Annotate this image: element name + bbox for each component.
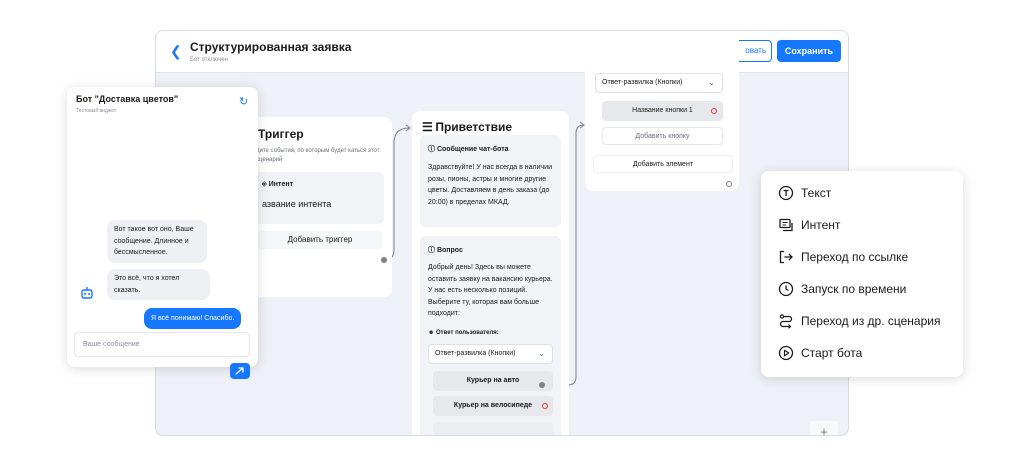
text-icon [778, 185, 794, 201]
trigger-output-port[interactable] [381, 257, 387, 263]
question-block-title: ⓘ Вопрос [428, 245, 463, 255]
help-circle-icon: ⓘ [428, 247, 435, 254]
choice-button-more[interactable] [433, 422, 553, 435]
trigger-node-title: Триггер [258, 127, 304, 141]
bot-status: Бот отключен [190, 57, 228, 63]
question-block[interactable]: ⓘ Вопрос Добрый день! Здесь вы можете ос… [420, 236, 561, 435]
page-title: Структурированная заявка [190, 40, 352, 54]
user-message-bubble: Я всё понимаю! Спасибо. [144, 308, 242, 329]
chat-subtitle: Тестовый виджет [76, 108, 117, 114]
menu-item-text[interactable]: Текст [778, 183, 958, 203]
bot-avatar-icon [81, 287, 93, 299]
list-icon: ☰ [422, 120, 433, 134]
user-answer-label-text: Ответ пользователя: [436, 330, 499, 336]
save-button[interactable]: Сохранить [777, 40, 841, 62]
menu-item-label: Текст [801, 186, 832, 200]
zoom-controls: + − [810, 421, 838, 435]
intent-small-icon: ⎆ [262, 182, 267, 188]
bot-message-bubble: Это всё, что я хотел сказать. [107, 269, 210, 300]
menu-item-label: Старт бота [801, 346, 863, 360]
back-icon[interactable]: ❮ [170, 43, 184, 59]
bot-message-bubble: Вот такое вот оно, Ваше сообщение. Длинн… [107, 220, 207, 263]
question-block-title-text: Вопрос [436, 247, 463, 254]
bot-message-text: Здравствуйте! У нас всегда в наличии роз… [428, 164, 553, 206]
user-icon: ☻ [428, 330, 435, 336]
unlinked-output-icon[interactable] [542, 403, 548, 409]
zoom-in-button[interactable]: + [810, 421, 838, 435]
intent-icon [779, 218, 793, 232]
flow-canvas[interactable]: Триггер дите события, по которым будет к… [156, 31, 848, 435]
chat-title: Бот "Доставка цветов" [76, 94, 179, 104]
unlinked-output-icon[interactable] [711, 108, 717, 114]
choice-button-bike-courier-label: Курьер на велосипеде [453, 402, 533, 409]
chat-message-input[interactable]: Ваше сообщение [74, 332, 250, 357]
choice-button-car-courier[interactable]: Курьер на авто [433, 371, 553, 391]
add-button-button[interactable]: Добавить кнопку [602, 127, 723, 145]
menu-item-label: Переход из др. сценария [801, 314, 941, 328]
send-icon [235, 367, 244, 375]
trigger-node[interactable]: Триггер дите события, по которым будет к… [248, 117, 392, 297]
greeting-node-title: ☰ Приветствие [422, 120, 512, 134]
bot-message-block-title: ⓘ Сообщение чат-бота [428, 144, 509, 154]
intent-label: ⎆ Интент [262, 181, 293, 189]
button-name-1[interactable]: Название кнопки 1 [602, 101, 723, 121]
menu-item-bot-start[interactable]: Старт бота [778, 343, 958, 363]
clock-icon [778, 281, 794, 297]
menu-item-label: Переход по ссылке [801, 250, 909, 264]
menu-item-link[interactable]: Переход по ссылке [778, 247, 958, 267]
menu-item-label: Запуск по времени [801, 282, 907, 296]
greeting-node-title-text: Приветствие [435, 120, 513, 134]
intent-card[interactable]: ⎆ Интент азвание интента [254, 172, 384, 224]
chat-widget: Бот "Доставка цветов" Тестовый виджет ↻ … [67, 87, 258, 367]
button-name-1-label: Название кнопки 1 [632, 107, 693, 114]
route-icon [779, 314, 793, 329]
trigger-description: дите события, по которым будет каться эт… [256, 148, 380, 163]
buttons-answer-type-value: Ответ-развилка (Кнопки) [602, 79, 683, 86]
add-element-menu: Текст Интент Переход по ссылке Запуск по… [761, 171, 963, 377]
choice-button-bike-courier[interactable]: Курьер на велосипеде [433, 396, 553, 416]
answer-type-select[interactable]: Ответ-развилка (Кнопки) ⌄ [428, 344, 553, 364]
menu-item-intent[interactable]: Интент [778, 215, 958, 235]
menu-item-schedule[interactable]: Запуск по времени [778, 279, 958, 299]
answer-type-value: Ответ-развилка (Кнопки) [435, 350, 516, 357]
help-circle-icon: ⓘ [428, 146, 435, 153]
send-button[interactable] [230, 363, 250, 379]
link-exit-icon [779, 250, 793, 264]
bot-message-block-title-text: Сообщение чат-бота [436, 146, 509, 153]
bot-message-block[interactable]: ⓘ Сообщение чат-бота Здравствуйте! У нас… [420, 135, 561, 227]
editor-header: ❮ Структурированная заявка Бот отключен … [156, 31, 848, 73]
buttons-answer-type-select[interactable]: Ответ-развилка (Кнопки) ⌄ [595, 73, 723, 93]
menu-item-other-scenario[interactable]: Переход из др. сценария [778, 311, 958, 331]
buttons-node-output-port[interactable] [726, 181, 732, 187]
buttons-node[interactable]: Ответ-развилка (Кнопки) ⌄ Название кнопк… [585, 31, 739, 191]
question-text: Добрый день! Здесь вы можете оставить за… [428, 264, 553, 317]
greeting-node[interactable]: ☰ Приветствие ⓘ Сообщение чат-бота Здрав… [412, 111, 569, 435]
menu-item-label: Интент [801, 218, 841, 232]
scenario-editor: ❮ Структурированная заявка Бот отключен … [155, 30, 849, 436]
refresh-icon[interactable]: ↻ [239, 95, 248, 108]
play-icon [778, 345, 794, 361]
chevron-down-icon: ⌄ [708, 78, 715, 87]
chevron-down-icon: ⌄ [538, 349, 545, 358]
intent-value: азвание интента [262, 199, 332, 209]
intent-label-text: Интент [268, 181, 294, 188]
choice-output-port[interactable] [539, 382, 545, 388]
user-answer-label: ☻ Ответ пользователя: [428, 328, 499, 340]
app-stage: ❮ Структурированная заявка Бот отключен … [0, 0, 1017, 450]
add-element-button[interactable]: Добавить элемент [593, 155, 733, 173]
add-trigger-button[interactable]: Добавить триггер [258, 231, 382, 249]
